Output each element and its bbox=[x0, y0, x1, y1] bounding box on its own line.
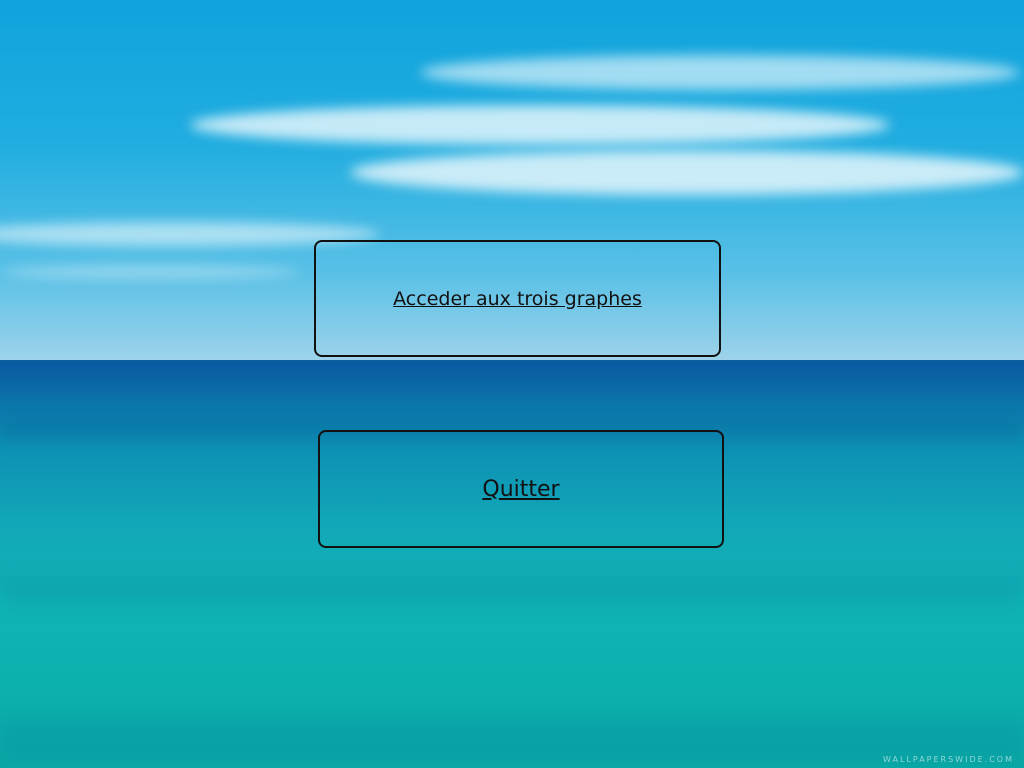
cloud bbox=[420, 55, 1020, 90]
quit-button[interactable]: Quitter bbox=[318, 430, 724, 548]
cloud bbox=[190, 105, 890, 145]
horizon-line bbox=[0, 360, 1024, 363]
cloud bbox=[350, 150, 1024, 195]
watermark: WALLPAPERSWIDE.COM bbox=[883, 755, 1014, 764]
cloud bbox=[0, 265, 300, 279]
quit-label: Quitter bbox=[482, 476, 560, 502]
sea-band bbox=[0, 575, 1024, 605]
access-graphs-label: Acceder aux trois graphes bbox=[393, 287, 642, 310]
ocean-background: WALLPAPERSWIDE.COM bbox=[0, 0, 1024, 768]
sea-band bbox=[0, 720, 1024, 760]
access-graphs-button[interactable]: Acceder aux trois graphes bbox=[314, 240, 721, 357]
